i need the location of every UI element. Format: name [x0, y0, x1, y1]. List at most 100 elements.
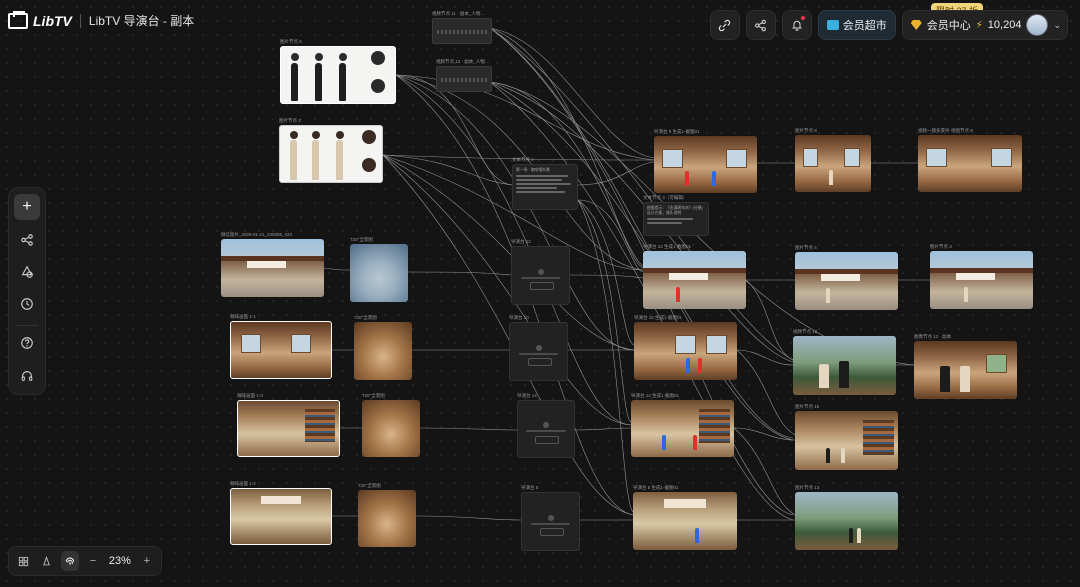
member-center[interactable]: 会员中心 ⚡ 10,204 ⌄ [901, 10, 1068, 40]
figure [291, 63, 298, 101]
woman-figure [825, 287, 830, 304]
bolt-icon: ⚡ [975, 19, 983, 31]
support-button[interactable] [14, 363, 40, 389]
output-image[interactable] [930, 251, 1033, 309]
panorama-image[interactable] [358, 490, 416, 547]
man-figure [848, 527, 853, 544]
output-image[interactable] [793, 336, 896, 395]
character-reference-image[interactable] [279, 125, 383, 183]
help-button[interactable] [14, 330, 40, 356]
text-node-body: 根据提示：《金满周年庆》(分镜)设计方案，镜头说明 [647, 206, 703, 215]
video-node[interactable] [432, 18, 492, 44]
man-figure [825, 447, 830, 463]
figure-head [339, 53, 347, 61]
add-node-button[interactable]: + [14, 194, 40, 220]
output-image[interactable] [795, 135, 871, 192]
workflow-icon [21, 234, 33, 246]
output-image[interactable] [643, 251, 746, 309]
blue-figure [685, 357, 690, 374]
bookshelf [863, 419, 894, 456]
output-image[interactable] [633, 492, 737, 550]
cafe-exterior-image[interactable] [221, 239, 324, 297]
generate-button[interactable] [539, 528, 564, 537]
panorama-image[interactable] [350, 244, 408, 302]
cafe-interior-image[interactable] [237, 400, 340, 457]
output-image[interactable] [634, 322, 737, 380]
link-button[interactable] [709, 10, 740, 40]
logo[interactable]: LibTV [8, 10, 72, 29]
bookshelf [304, 409, 335, 443]
node-label: 导演台 5 [521, 485, 539, 490]
panorama-image[interactable] [354, 322, 412, 380]
credits-count: 10,204 [987, 19, 1022, 31]
status-line [530, 522, 571, 525]
assets-button[interactable] [14, 259, 40, 285]
project-title[interactable]: LibTV 导演台 - 副本 [89, 12, 194, 29]
workflow-button[interactable] [14, 227, 40, 253]
window [726, 148, 747, 168]
cafe-interior-image[interactable] [230, 321, 332, 379]
cursor-tool-button[interactable] [37, 551, 55, 571]
fingerprint-icon [65, 557, 74, 565]
bell-icon [791, 20, 802, 31]
shapes-icon [21, 265, 33, 278]
diamond-icon [910, 20, 922, 30]
banner [261, 495, 301, 505]
output-image[interactable] [631, 400, 734, 457]
portrait-head [371, 51, 385, 65]
help-icon [21, 337, 33, 349]
zoom-out-button[interactable]: − [84, 551, 102, 571]
status-line [526, 430, 566, 433]
output-image[interactable] [918, 135, 1022, 192]
window [241, 334, 261, 354]
left-toolbar: + [8, 187, 46, 395]
output-image[interactable] [654, 136, 757, 193]
director-node[interactable] [517, 400, 575, 458]
avatar[interactable] [1026, 14, 1049, 36]
history-button[interactable] [14, 291, 40, 317]
output-image[interactable] [795, 252, 898, 310]
cafe-interior-image[interactable] [230, 488, 332, 545]
member-center-label: 会员中心 [926, 20, 971, 32]
loading-icon [543, 422, 549, 429]
output-image[interactable] [795, 492, 898, 550]
text-line [647, 218, 694, 220]
text-node[interactable]: 第一场 · 咖啡馆外景 [512, 164, 578, 210]
chevron-down-icon[interactable]: ⌄ [1053, 20, 1061, 31]
video-node[interactable] [436, 66, 492, 92]
woman-figure [841, 447, 846, 463]
output-image[interactable] [795, 411, 898, 470]
generate-button[interactable] [527, 358, 552, 367]
director-node[interactable] [521, 492, 580, 551]
character-reference-image[interactable] [280, 46, 396, 104]
logo-text: LibTV [33, 12, 72, 29]
signboard [668, 273, 708, 280]
grid-view-button[interactable] [14, 551, 32, 571]
topbar-right: 会员超市 会员中心 ⚡ 10,204 ⌄ [709, 10, 1068, 40]
panorama-image[interactable] [362, 400, 420, 457]
director-node[interactable] [509, 322, 568, 381]
node-label: 视频一镜多景导·视图节点 8 [918, 128, 973, 133]
vip-market-button[interactable]: 会员超市 [817, 10, 896, 40]
figure-head [291, 53, 299, 61]
hand-tool-button[interactable] [60, 551, 79, 571]
window [844, 147, 861, 167]
notification-button[interactable] [781, 10, 812, 40]
zoom-in-button[interactable]: + [138, 551, 156, 571]
node-label: 图片节点 3 [930, 244, 952, 249]
window [662, 148, 683, 168]
text-line [516, 179, 563, 181]
node-label: 图像节点 12 · 副本 [914, 334, 952, 339]
director-node[interactable] [511, 246, 570, 305]
generate-button[interactable] [535, 435, 559, 444]
share-button[interactable] [745, 10, 776, 40]
zoom-level[interactable]: 23% [107, 555, 133, 567]
node-label: 导演台 10 [509, 315, 529, 320]
figure-head [290, 131, 298, 139]
output-image[interactable] [914, 341, 1017, 399]
generate-button[interactable] [529, 282, 554, 291]
window [706, 334, 727, 355]
window [990, 147, 1012, 167]
text-node[interactable]: 根据提示：《金满周年庆》(分镜)设计方案，镜头说明 [643, 202, 709, 236]
node-label: 视频节点 12 · 副本_人物… [436, 59, 490, 64]
